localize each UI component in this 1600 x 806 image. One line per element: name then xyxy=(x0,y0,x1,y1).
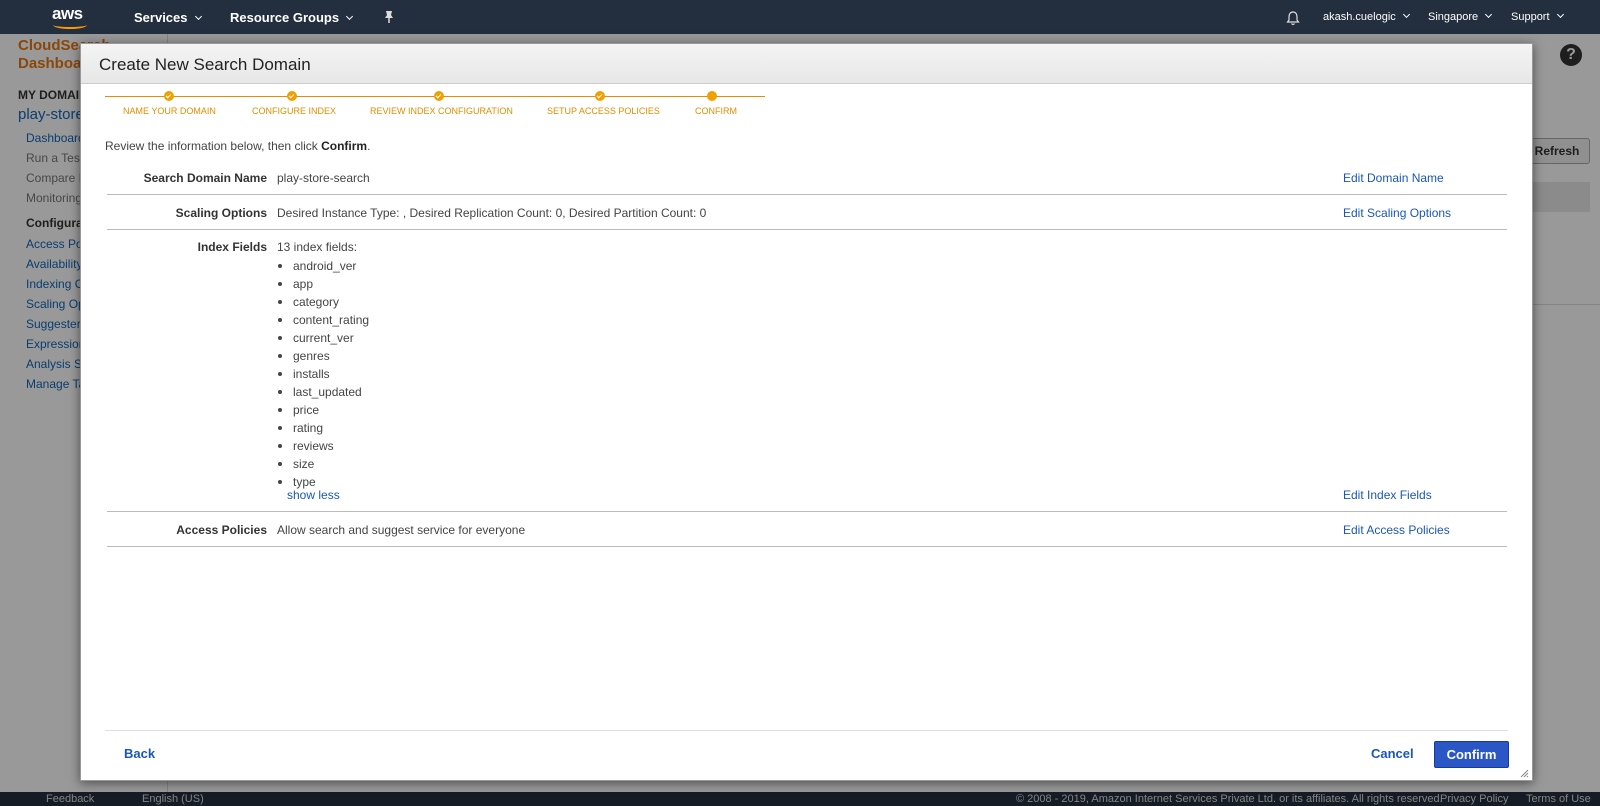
resource-groups-label: Resource Groups xyxy=(230,10,340,25)
scaling-options-label: Scaling Options xyxy=(175,206,267,220)
row-scaling-options: Scaling Options Desired Instance Type: ,… xyxy=(107,195,1507,230)
scaling-options-value: Desired Instance Type: , Desired Replica… xyxy=(277,206,707,220)
support-menu[interactable]: Support xyxy=(1511,10,1564,23)
chevron-down-icon xyxy=(1485,10,1493,19)
index-fields-list: android_ver app category content_rating … xyxy=(277,257,370,491)
wizard-steps: NAME YOUR DOMAIN CONFIGURE INDEX REVIEW … xyxy=(105,91,765,126)
list-item: last_updated xyxy=(277,383,369,401)
list-item: current_ver xyxy=(277,329,369,347)
pin-icon[interactable] xyxy=(383,10,395,24)
index-fields-summary: 13 index fields: xyxy=(277,240,358,254)
edit-scaling-options-link[interactable]: Edit Scaling Options xyxy=(1343,206,1451,220)
intro-text: Review the information below, then click xyxy=(105,139,322,153)
step-complete-check-icon xyxy=(164,91,174,101)
resource-groups-menu[interactable]: Resource Groups xyxy=(230,10,354,25)
step-complete-check-icon xyxy=(434,91,444,101)
region-menu[interactable]: Singapore xyxy=(1428,10,1493,23)
user-menu[interactable]: akash.cuelogic xyxy=(1323,10,1410,23)
list-item: content_rating xyxy=(277,313,370,327)
list-item: size xyxy=(277,455,369,473)
top-nav: aws Services Resource Groups akash.cuelo… xyxy=(0,0,1600,34)
resize-handle-icon[interactable] xyxy=(1519,768,1529,778)
row-domain-name: Search Domain Name play-store-search Edi… xyxy=(107,161,1507,195)
edit-domain-name-link[interactable]: Edit Domain Name xyxy=(1343,171,1444,185)
list-item: category xyxy=(277,293,369,311)
region-label: Singapore xyxy=(1428,11,1479,23)
services-label: Services xyxy=(134,10,188,25)
services-menu[interactable]: Services xyxy=(134,10,202,25)
intro-end: . xyxy=(367,139,371,153)
domain-name-label: Search Domain Name xyxy=(143,171,267,185)
chevron-down-icon xyxy=(194,12,202,21)
chevron-down-icon xyxy=(346,12,354,21)
chevron-down-icon xyxy=(1402,10,1410,19)
list-item: reviews xyxy=(277,437,369,455)
support-label: Support xyxy=(1511,11,1550,23)
access-policies-value: Allow search and suggest service for eve… xyxy=(277,523,526,537)
review-instructions: Review the information below, then click… xyxy=(105,139,370,153)
confirm-button[interactable]: Confirm xyxy=(1434,741,1509,768)
modal-title: Create New Search Domain xyxy=(99,55,311,74)
edit-index-fields-link[interactable]: Edit Index Fields xyxy=(1343,488,1432,502)
step-complete-check-icon xyxy=(287,91,297,101)
list-item: android_ver xyxy=(277,257,369,275)
modal-header: Create New Search Domain xyxy=(81,44,1532,84)
step-review-index: REVIEW INDEX CONFIGURATION xyxy=(370,106,513,116)
step-confirm: CONFIRM xyxy=(695,106,737,116)
step-complete-check-icon xyxy=(595,91,605,101)
domain-name-value: play-store-search xyxy=(277,171,370,185)
back-button[interactable]: Back xyxy=(124,746,155,761)
intro-confirm-word: Confirm xyxy=(321,139,368,153)
bell-icon[interactable] xyxy=(1285,10,1301,26)
row-access-policies: Access Policies Allow search and suggest… xyxy=(107,512,1507,547)
step-access-policies: SETUP ACCESS POLICIES xyxy=(547,106,660,116)
modal-footer-divider xyxy=(105,730,1508,731)
create-domain-modal: Create New Search Domain NAME YOUR DOMAI… xyxy=(80,43,1533,781)
list-item: price xyxy=(277,401,369,419)
aws-smile-icon xyxy=(53,21,87,29)
cancel-button[interactable]: Cancel xyxy=(1371,746,1414,761)
access-policies-label: Access Policies xyxy=(176,523,267,537)
list-item: app xyxy=(277,275,369,293)
list-item: rating xyxy=(277,419,369,437)
user-label: akash.cuelogic xyxy=(1323,11,1396,23)
index-fields-label: Index Fields xyxy=(197,240,267,254)
step-current-dot-icon xyxy=(707,91,717,101)
list-item: installs xyxy=(277,365,369,383)
show-less-link[interactable]: show less xyxy=(287,488,340,502)
list-item: genres xyxy=(277,347,369,365)
chevron-down-icon xyxy=(1556,10,1564,19)
step-configure-index: CONFIGURE INDEX xyxy=(252,106,337,116)
aws-logo[interactable]: aws xyxy=(52,4,90,30)
edit-access-policies-link[interactable]: Edit Access Policies xyxy=(1343,523,1450,537)
step-name-domain: NAME YOUR DOMAIN xyxy=(123,106,216,116)
row-index-fields: Index Fields 13 index fields: android_ve… xyxy=(107,230,1507,512)
